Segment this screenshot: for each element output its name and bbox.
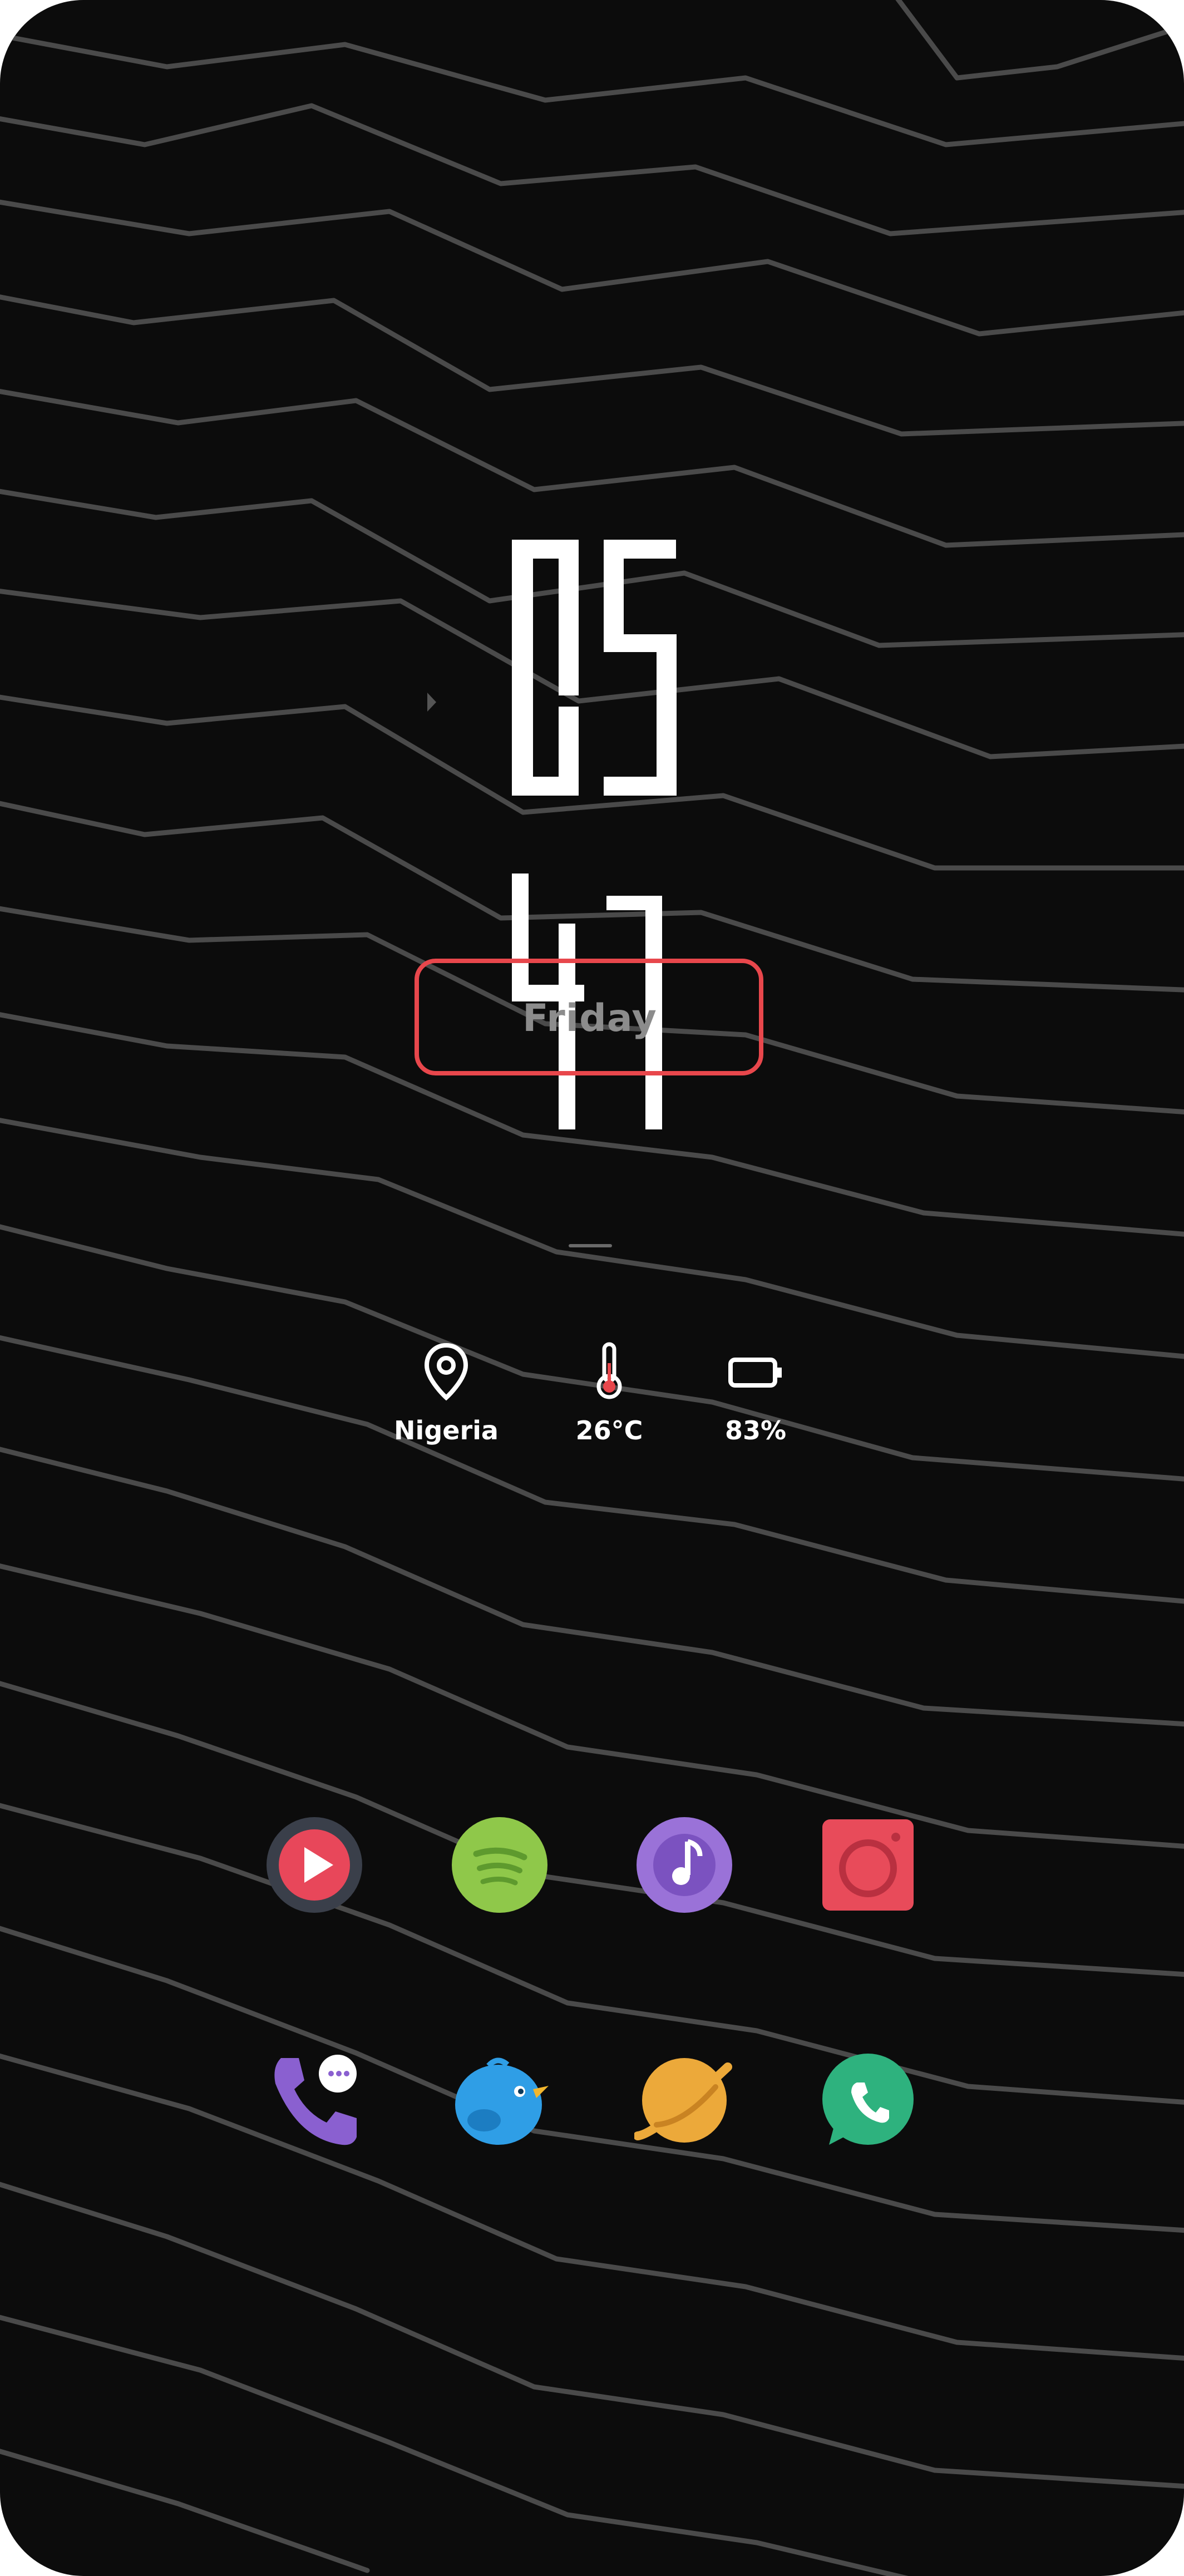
spotify-app[interactable] <box>450 1815 550 1915</box>
twitter-bird-icon <box>455 2057 549 2145</box>
camera-icon <box>822 1819 914 1911</box>
browser-planet-icon <box>634 2058 732 2143</box>
thermometer-icon <box>596 1342 622 1399</box>
battery-widget[interactable]: 83% <box>678 1341 833 1452</box>
youtube-app[interactable] <box>264 1815 364 1915</box>
temperature-text: 26°C <box>575 1415 643 1445</box>
spotify-icon <box>452 1817 547 1913</box>
music-icon <box>637 1817 732 1913</box>
location-widget[interactable]: Nigeria <box>368 1341 524 1452</box>
day-highlight-box <box>415 959 763 1075</box>
camera-app[interactable] <box>818 1815 918 1915</box>
lock-screen: 05 41 Friday Nigeria 26°C 83% <box>0 0 1184 2576</box>
browser-app[interactable] <box>634 2050 734 2150</box>
phone-icon <box>274 2055 357 2145</box>
battery-icon <box>728 1358 782 1388</box>
clock-hour <box>512 540 677 796</box>
twitter-app[interactable] <box>450 2050 550 2150</box>
music-app[interactable] <box>634 1815 734 1915</box>
temperature-widget[interactable]: 26°C <box>531 1341 687 1452</box>
battery-text: 83% <box>724 1415 787 1445</box>
whatsapp-icon <box>822 2054 914 2145</box>
youtube-icon <box>267 1817 362 1913</box>
phone-app[interactable] <box>264 2050 364 2150</box>
whatsapp-app[interactable] <box>818 2050 918 2150</box>
location-pin-icon <box>424 1343 468 1401</box>
divider <box>569 1244 612 1247</box>
location-text: Nigeria <box>394 1415 499 1445</box>
wallpaper <box>0 0 1184 2576</box>
